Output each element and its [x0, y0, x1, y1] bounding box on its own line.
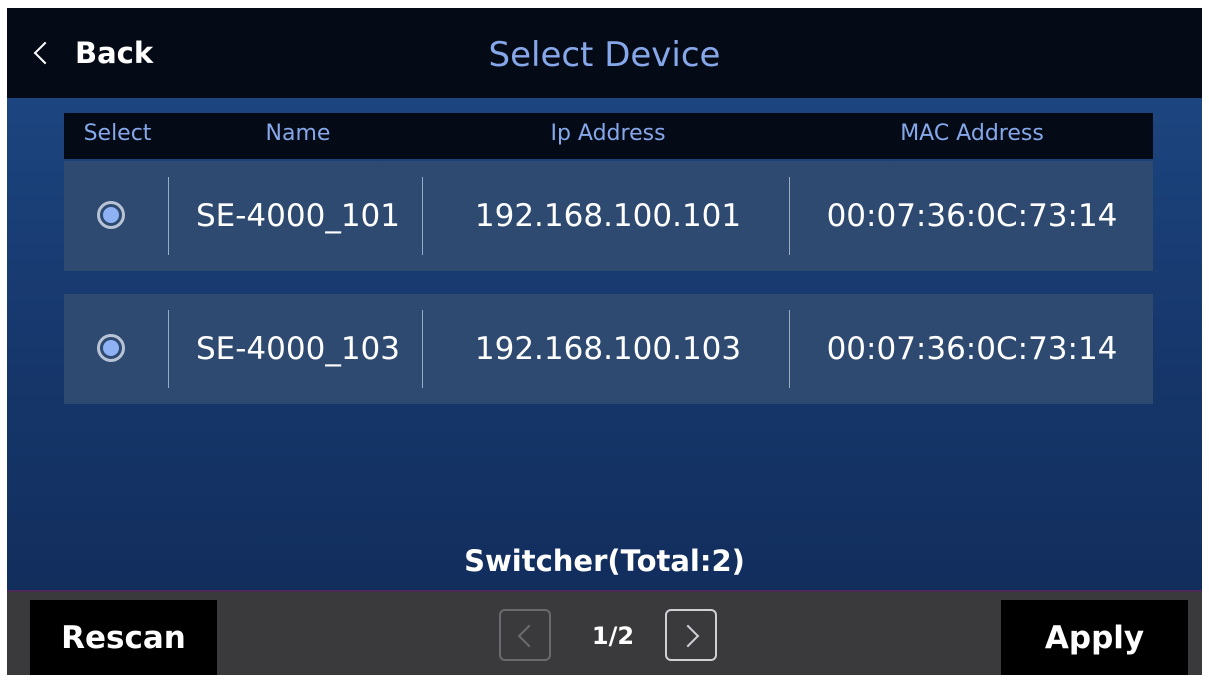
previous-page-button[interactable]: [499, 609, 551, 661]
radio-selected-icon[interactable]: [97, 334, 125, 362]
device-ip: 192.168.100.101: [474, 198, 742, 234]
device-total-count: Switcher(Total:2): [464, 544, 745, 578]
device-mac: 00:07:36:0C:73:14: [826, 331, 1118, 367]
table-header: Select Name Ip Address MAC Address: [64, 113, 1153, 159]
column-divider: [789, 177, 790, 255]
chevron-right-icon: [676, 624, 700, 648]
column-header-mac: MAC Address: [900, 121, 1044, 146]
page-indicator: 1/2: [591, 622, 635, 650]
column-divider: [168, 310, 169, 388]
page-title: Select Device: [488, 35, 721, 75]
column-divider: [422, 310, 423, 388]
back-button[interactable]: Back: [29, 30, 153, 76]
top-bar: Select Device Back: [7, 8, 1202, 98]
column-header-name: Name: [265, 121, 331, 146]
column-header-ip: Ip Address: [550, 121, 666, 146]
device-name: SE-4000_101: [195, 198, 400, 234]
apply-button[interactable]: Apply: [1001, 600, 1188, 675]
chevron-left-icon: [33, 41, 57, 65]
back-label: Back: [75, 36, 154, 70]
column-divider: [789, 310, 790, 388]
column-divider: [168, 177, 169, 255]
radio-dot: [103, 340, 119, 356]
column-header-select: Select: [83, 121, 152, 146]
device-mac: 00:07:36:0C:73:14: [826, 198, 1118, 234]
column-divider: [422, 177, 423, 255]
device-ip: 192.168.100.103: [474, 331, 742, 367]
radio-selected-icon[interactable]: [97, 201, 125, 229]
device-name: SE-4000_103: [195, 331, 400, 367]
radio-dot: [103, 207, 119, 223]
device-select-screen: Select Device Back Select Name Ip Addres…: [7, 8, 1202, 675]
table-row[interactable]: SE-4000_101 192.168.100.101 00:07:36:0C:…: [64, 161, 1153, 271]
bottom-bar: Rescan 1/2 Apply: [7, 590, 1202, 675]
rescan-button[interactable]: Rescan: [30, 600, 217, 675]
next-page-button[interactable]: [665, 609, 717, 661]
table-row[interactable]: SE-4000_103 192.168.100.103 00:07:36:0C:…: [64, 294, 1153, 404]
chevron-left-icon: [517, 624, 541, 648]
